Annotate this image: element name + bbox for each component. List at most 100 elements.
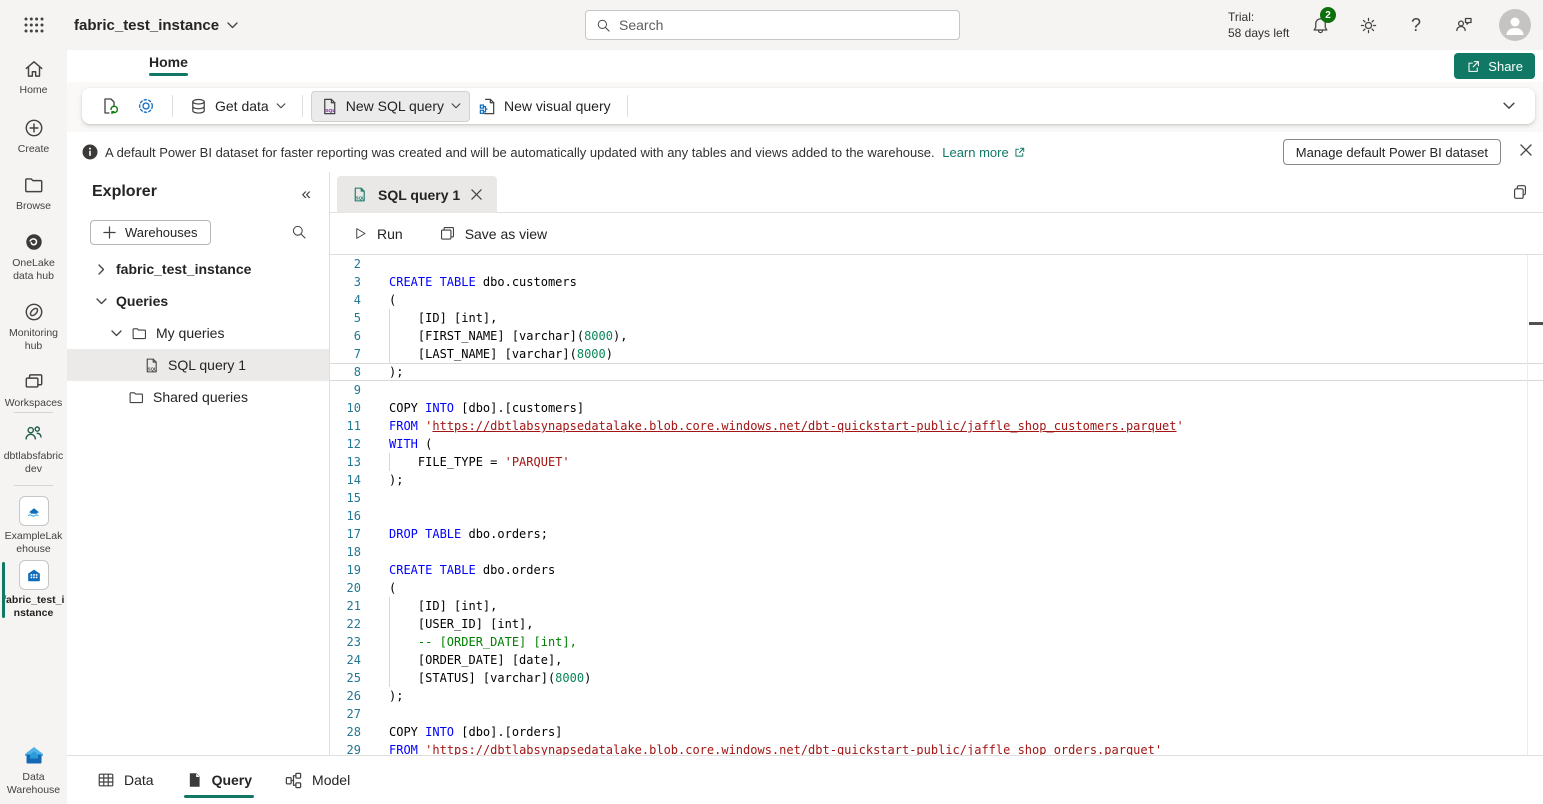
- save-as-view-button[interactable]: Save as view: [431, 219, 555, 248]
- warehouse-settings-button[interactable]: [128, 91, 164, 121]
- code-line-26[interactable]: 26);: [330, 687, 1543, 705]
- get-data-button[interactable]: Get data: [181, 92, 294, 121]
- tree-item-warehouse[interactable]: fabric_test_instance: [67, 253, 329, 285]
- code-line-23[interactable]: 23 -- [ORDER_DATE] [int],: [330, 633, 1543, 651]
- toolbar-divider: [172, 95, 173, 117]
- explorer-search-icon[interactable]: [291, 224, 307, 240]
- tab-data[interactable]: Data: [95, 756, 156, 804]
- line-number: 27: [330, 705, 375, 723]
- tab-query[interactable]: Query: [184, 756, 254, 804]
- code-line-19[interactable]: 19CREATE TABLE dbo.orders: [330, 561, 1543, 579]
- search-input[interactable]: [619, 17, 919, 33]
- rail-item-workspaces[interactable]: Workspaces: [0, 371, 67, 410]
- run-button[interactable]: Run: [345, 220, 411, 248]
- tab-model[interactable]: Model: [282, 756, 352, 804]
- code-text: [375, 381, 389, 399]
- code-line-4[interactable]: 4(: [330, 291, 1543, 309]
- line-number: 8: [330, 364, 375, 380]
- editor-scrollbar[interactable]: [1527, 255, 1528, 755]
- line-number: 13: [330, 453, 375, 471]
- new-visual-query-button[interactable]: New visual query: [470, 92, 619, 121]
- chevron-down-icon[interactable]: [94, 298, 108, 305]
- rail-item-data-warehouse[interactable]: Data Warehouse: [0, 745, 67, 797]
- code-line-7[interactable]: 7 [LAST_NAME] [varchar](8000): [330, 345, 1543, 363]
- toolbar-divider: [302, 95, 303, 117]
- code-text: [ID] [int],: [375, 597, 497, 615]
- tab-sql-query-1[interactable]: SQL SQL query 1: [337, 176, 497, 213]
- code-line-17[interactable]: 17DROP TABLE dbo.orders;: [330, 525, 1543, 543]
- editor-tab-bar: SQL SQL query 1: [330, 172, 1543, 213]
- code-line-24[interactable]: 24 [ORDER_DATE] [date],: [330, 651, 1543, 669]
- chevron-down-icon[interactable]: [109, 330, 123, 337]
- plus-circle-icon: [23, 117, 45, 139]
- tree-item-queries[interactable]: Queries: [67, 285, 329, 317]
- sql-document-icon: SQL: [320, 97, 339, 116]
- tree-item-shared-queries[interactable]: Shared queries: [67, 381, 329, 413]
- code-lines: 23CREATE TABLE dbo.customers4(5 [ID] [in…: [330, 255, 1543, 755]
- settings-button[interactable]: [1356, 13, 1380, 37]
- code-line-11[interactable]: 11FROM 'https://dbtlabsynapsedatalake.bl…: [330, 417, 1543, 435]
- rail-item-dbtlabsfabricdev[interactable]: dbtlabsfabricdev: [0, 422, 67, 476]
- collapse-explorer-button[interactable]: «: [302, 184, 311, 204]
- code-line-14[interactable]: 14);: [330, 471, 1543, 489]
- collapse-ribbon-button[interactable]: [1503, 102, 1515, 110]
- tree-item-sql-query-1[interactable]: SQL SQL query 1: [67, 349, 329, 381]
- rail-item-fabric-test-instance[interactable]: fabric_test_instance: [0, 560, 67, 620]
- code-line-25[interactable]: 25 [STATUS] [varchar](8000): [330, 669, 1543, 687]
- code-line-9[interactable]: 9: [330, 381, 1543, 399]
- chevron-down-icon: [227, 22, 238, 29]
- code-line-6[interactable]: 6 [FIRST_NAME] [varchar](8000),: [330, 327, 1543, 345]
- notifications-button[interactable]: 2: [1308, 13, 1332, 37]
- code-line-2[interactable]: 2: [330, 255, 1543, 273]
- rail-item-home[interactable]: Home: [0, 58, 67, 97]
- tree-item-my-queries[interactable]: My queries: [67, 317, 329, 349]
- global-search[interactable]: [585, 10, 960, 40]
- close-tab-icon[interactable]: [470, 188, 483, 201]
- new-sql-query-button[interactable]: SQL New SQL query: [311, 91, 470, 122]
- code-line-29[interactable]: 29FROM 'https://dbtlabsynapsedatalake.bl…: [330, 741, 1543, 755]
- help-button[interactable]: ?: [1404, 13, 1428, 37]
- home-icon: [23, 58, 45, 80]
- code-line-5[interactable]: 5 [ID] [int],: [330, 309, 1543, 327]
- add-warehouses-button[interactable]: Warehouses: [90, 220, 211, 245]
- code-line-28[interactable]: 28COPY INTO [dbo].[orders]: [330, 723, 1543, 741]
- app-launcher-icon[interactable]: [22, 13, 46, 37]
- code-line-8[interactable]: 8);: [330, 363, 1543, 381]
- workspace-switcher[interactable]: fabric_test_instance: [74, 17, 238, 34]
- onelake-icon: [23, 231, 45, 253]
- chevron-right-icon[interactable]: [94, 264, 108, 275]
- rail-item-monitoring-hub[interactable]: Monitoring hub: [0, 301, 67, 353]
- code-line-15[interactable]: 15: [330, 489, 1543, 507]
- banner-close-icon[interactable]: [1519, 143, 1533, 157]
- rail-item-examplelakehouse[interactable]: ExampleLakehouse: [0, 496, 67, 556]
- share-button[interactable]: Share: [1454, 53, 1535, 79]
- account-avatar[interactable]: [1499, 9, 1531, 41]
- code-line-21[interactable]: 21 [ID] [int],: [330, 597, 1543, 615]
- code-text: [375, 705, 389, 723]
- code-line-18[interactable]: 18: [330, 543, 1543, 561]
- svg-text:SQL: SQL: [356, 196, 365, 201]
- new-report-button[interactable]: [92, 91, 128, 121]
- rail-item-create[interactable]: Create: [0, 117, 67, 156]
- sql-code-editor[interactable]: 23CREATE TABLE dbo.customers4(5 [ID] [in…: [330, 255, 1543, 755]
- line-number: 2: [330, 255, 375, 273]
- rail-item-browse[interactable]: Browse: [0, 174, 67, 213]
- copy-icon[interactable]: [1511, 183, 1529, 201]
- sql-document-icon: SQL: [143, 357, 160, 374]
- tab-home[interactable]: Home: [149, 54, 188, 76]
- code-text: FROM 'https://dbtlabsynapsedatalake.blob…: [375, 417, 1184, 435]
- table-grid-icon: [97, 771, 115, 789]
- manage-default-dataset-button[interactable]: Manage default Power BI dataset: [1283, 139, 1501, 165]
- code-line-27[interactable]: 27: [330, 705, 1543, 723]
- code-line-20[interactable]: 20(: [330, 579, 1543, 597]
- learn-more-link[interactable]: Learn more: [942, 145, 1025, 160]
- code-line-13[interactable]: 13 FILE_TYPE = 'PARQUET': [330, 453, 1543, 471]
- code-text: [ID] [int],: [375, 309, 497, 327]
- code-line-3[interactable]: 3CREATE TABLE dbo.customers: [330, 273, 1543, 291]
- code-line-22[interactable]: 22 [USER_ID] [int],: [330, 615, 1543, 633]
- code-line-12[interactable]: 12WITH (: [330, 435, 1543, 453]
- feedback-button[interactable]: [1452, 13, 1476, 37]
- code-line-16[interactable]: 16: [330, 507, 1543, 525]
- code-line-10[interactable]: 10COPY INTO [dbo].[customers]: [330, 399, 1543, 417]
- rail-item-onelake-data-hub[interactable]: OneLake data hub: [0, 231, 67, 283]
